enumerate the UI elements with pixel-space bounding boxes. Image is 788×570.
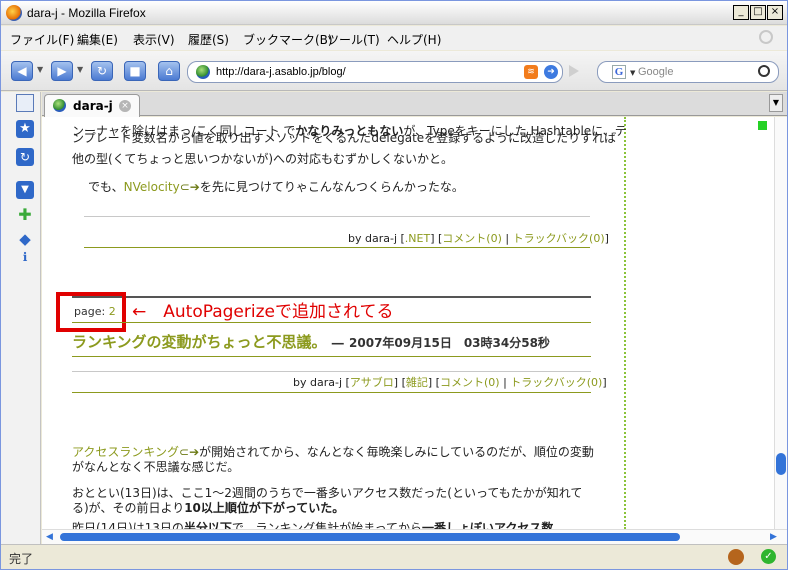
status-indicator [758, 121, 767, 130]
entry-date: 2007年09月15日 03時34分58秒 [349, 336, 550, 350]
divider [84, 247, 590, 248]
tab-dara-j[interactable]: dara-j × [44, 94, 140, 117]
history-refresh-icon[interactable]: ↻ [16, 148, 34, 166]
tab-strip: dara-j × ▼ [42, 92, 787, 117]
menu-tools[interactable]: ツール(T) [327, 31, 380, 48]
column-divider [624, 117, 626, 529]
rss-feed-icon[interactable]: ≋ [524, 65, 538, 79]
comment-link[interactable]: コメント(0) [442, 232, 502, 245]
entry-title: ランキングの変動がちょっと不思議。 ― 2007年09月15日 03時34分58… [72, 333, 550, 351]
search-bar[interactable]: G ▼ Google [597, 61, 779, 83]
menu-view[interactable]: 表示(V) [133, 31, 175, 48]
horizontal-scroll-thumb[interactable] [60, 533, 680, 541]
entry-title-link[interactable]: ランキングの変動がちょっと不思議。 [72, 333, 327, 351]
forward-dropdown-icon[interactable]: ▼ [77, 65, 83, 74]
url-text[interactable]: http://dara-j.asablo.jp/blog/ [216, 66, 346, 78]
back-dropdown-icon[interactable]: ▼ [37, 65, 43, 74]
menu-file[interactable]: ファイル(F) [10, 31, 74, 48]
search-input[interactable]: Google [638, 66, 673, 78]
settings-diamond-icon[interactable]: ◆ [16, 230, 34, 248]
url-bar[interactable]: http://dara-j.asablo.jp/blog/ ≋ ➜ [187, 61, 563, 83]
trackback-link[interactable]: トラックバック(0) [513, 232, 605, 245]
menu-bar: ファイル(F) 編集(E) 表示(V) 履歴(S) ブックマーク(B) ツール(… [1, 26, 787, 50]
title-bar: dara-j - Mozilla Firefox _ □ × [1, 1, 787, 25]
status-text: 完了 [9, 552, 34, 566]
window-title: dara-j - Mozilla Firefox [27, 6, 146, 20]
divider [72, 322, 591, 323]
addons-puzzle-icon[interactable]: ✚ [16, 206, 34, 224]
paragraph-line: でも、NVelocity⊂➔を先に見つけてりゃこんなんつくらんかったな。 [88, 180, 464, 194]
minimize-button[interactable]: _ [733, 5, 749, 20]
horizontal-scrollbar[interactable]: ◀ ▶ [42, 529, 787, 544]
category-link[interactable]: .NET [405, 232, 430, 245]
back-arrow-icon: ◀ [17, 64, 27, 78]
go-icon[interactable]: ➜ [544, 65, 558, 79]
throbber-icon [759, 30, 773, 44]
firefox-logo-icon [6, 5, 22, 21]
entry-footer: by dara-j [アサブロ] [雑記] [コメント(0) | トラックバック… [293, 376, 607, 389]
divider [72, 392, 591, 393]
site-globe-icon [196, 65, 210, 79]
category-link[interactable]: アサブロ [350, 376, 394, 389]
close-button[interactable]: × [767, 5, 783, 20]
stop-button[interactable]: ■ [124, 61, 146, 81]
forward-arrow-icon: ▶ [57, 64, 67, 78]
paragraph-line: 他の型(くてちょっと思いつかないが)への対応もむずかしくないかと。 [72, 152, 454, 166]
paragraph-line: がなんとなく不思議な感じだ。 [72, 460, 240, 474]
search-icon[interactable] [758, 65, 770, 77]
status-check-icon[interactable]: ✓ [761, 549, 776, 564]
menu-help[interactable]: ヘルプ(H) [387, 31, 441, 48]
menu-history[interactable]: 履歴(S) [188, 31, 229, 48]
download-icon[interactable]: ▼ [16, 181, 34, 199]
google-icon[interactable]: G [612, 65, 626, 79]
external-link-icon: ⊂➔ [179, 180, 200, 194]
home-button[interactable]: ⌂ [158, 61, 180, 81]
tab-list-dropdown-icon[interactable]: ▼ [769, 94, 783, 112]
paragraph-line: る)が、その前日より10以上順位が下がっていた。 [72, 501, 345, 515]
browser-window: dara-j - Mozilla Firefox _ □ × ファイル(F) 編… [0, 0, 788, 570]
back-button[interactable]: ◀ [11, 61, 33, 81]
scroll-right-icon[interactable]: ▶ [770, 532, 777, 542]
category-link[interactable]: 雑記 [406, 376, 428, 389]
screen-capture-icon[interactable] [16, 94, 34, 112]
navigation-toolbar: ◀ ▼ ▶ ▼ ↻ ■ ⌂ http://dara-j.asablo.jp/bl… [1, 51, 787, 91]
home-icon: ⌂ [165, 64, 173, 78]
tab-close-icon[interactable]: × [119, 100, 131, 112]
status-bar: 完了 ✓ [1, 544, 787, 569]
divider [72, 356, 591, 357]
menu-bookmarks[interactable]: ブックマーク(B) [243, 31, 333, 48]
menu-edit[interactable]: 編集(E) [77, 31, 118, 48]
stop-icon: ■ [129, 64, 141, 78]
vertical-scroll-thumb[interactable] [776, 453, 786, 475]
page-content: ンーナャを除けはまっ/こく同しコート でかなりみっともないが、Typeをキーにし… [42, 117, 774, 529]
info-icon[interactable]: ℹ [16, 248, 34, 266]
nvelocity-link[interactable]: NVelocity [124, 180, 180, 194]
trackback-link[interactable]: トラックバック(0) [510, 376, 602, 389]
comment-link[interactable]: コメント(0) [440, 376, 500, 389]
reload-button[interactable]: ↻ [91, 61, 113, 81]
maximize-button[interactable]: □ [750, 5, 766, 20]
bookmark-star-icon[interactable]: ★ [16, 120, 34, 138]
vertical-toolbar: ★ ↻ ▼ ✚ ◆ ℹ [1, 92, 41, 544]
tab-label: dara-j [73, 99, 113, 113]
annotation-text: ← AutoPagerizeで追加されてる [132, 302, 394, 322]
greasemonkey-icon[interactable] [728, 549, 744, 565]
reload-icon: ↻ [96, 64, 108, 78]
divider [84, 216, 590, 217]
tab-favicon-icon [53, 99, 66, 112]
vertical-scrollbar[interactable] [774, 117, 787, 529]
go-arrow-icon[interactable] [569, 65, 579, 77]
paragraph-line: 昨日(14日)は13日の半分以下で、ランキング集計が始まってから一番しょぼいアク… [72, 521, 554, 529]
search-engine-dropdown-icon[interactable]: ▼ [630, 69, 635, 77]
entry-footer: by dara-j [.NET] [コメント(0) | トラックバック(0)] [348, 232, 609, 245]
paragraph-line: ンプレート変数名から値を取り出すメソッドをくるんだdelegateを登録するよう… [72, 131, 617, 145]
scroll-left-icon[interactable]: ◀ [46, 532, 53, 542]
highlight-box [56, 292, 126, 332]
forward-button[interactable]: ▶ [51, 61, 73, 81]
